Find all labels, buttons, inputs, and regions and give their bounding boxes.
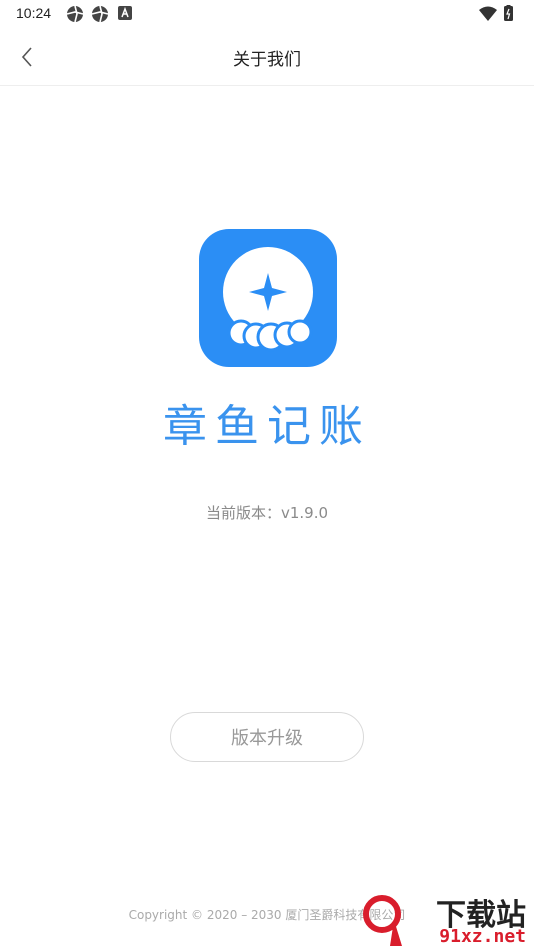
page-title: 关于我们	[233, 50, 301, 70]
aperture-icon	[66, 5, 84, 23]
navigation-header: 关于我们	[0, 28, 534, 86]
watermark: 下载站 91xz.net	[360, 890, 530, 950]
aperture-icon	[91, 5, 109, 23]
upgrade-button[interactable]: 版本升级	[170, 712, 364, 762]
status-time: 10:24	[16, 5, 52, 21]
watermark-logo-icon	[363, 895, 402, 946]
octopus-logo-icon	[223, 247, 313, 352]
version-text: 当前版本：v1.9.0	[205, 504, 329, 522]
app-logo	[199, 229, 337, 367]
status-bar: 10:24	[0, 0, 534, 28]
status-right	[478, 5, 518, 27]
app-name: 章鱼记账	[163, 401, 371, 452]
watermark-line2: 91xz.net	[439, 926, 526, 947]
a-badge-icon	[118, 5, 136, 23]
wifi-icon	[479, 5, 513, 21]
